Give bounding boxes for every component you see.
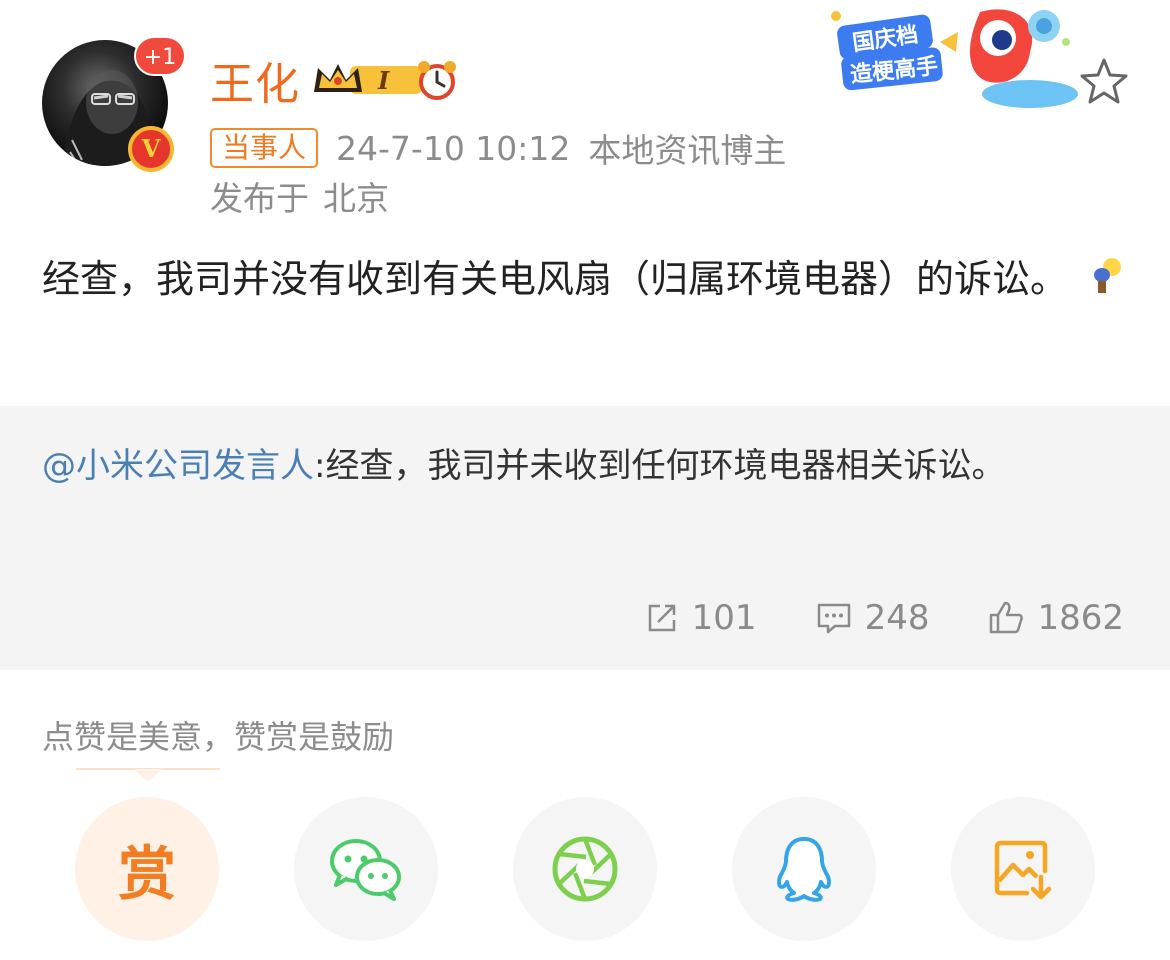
- star-icon: [1080, 58, 1128, 104]
- repost-card[interactable]: @小米公司发言人:经查，我司并未收到任何环境电器相关诉讼。 101 248 18…: [0, 406, 1170, 670]
- mention-link[interactable]: @小米公司发言人: [42, 446, 314, 486]
- post-body: 经查，我司并没有收到有关电风扇（归属环境电器）的诉讼。: [42, 246, 1132, 315]
- wechat-icon: [330, 839, 401, 901]
- comment-button[interactable]: 248: [815, 598, 930, 638]
- post-text: 经查，我司并没有收到有关电风扇（归属环境电器）的诉讼。: [42, 257, 1069, 301]
- like-count: 1862: [1037, 598, 1124, 638]
- share-moments-button[interactable]: [513, 797, 657, 941]
- reward-button-label: 赏: [117, 840, 176, 908]
- level-number: I: [378, 65, 390, 95]
- promo-banner[interactable]: 国庆档 造梗高手: [830, 2, 1080, 114]
- share-qq-button[interactable]: [732, 797, 876, 941]
- repost-text: :经查，我司并未收到任何环境电器相关诉讼。: [314, 446, 1006, 486]
- location-prefix: 发布于: [210, 179, 309, 218]
- verified-badge: V: [128, 126, 174, 172]
- save-image-button[interactable]: [951, 797, 1095, 941]
- notification-badge: +1: [134, 36, 186, 76]
- post-location: 北京: [323, 179, 389, 218]
- comment-count: 248: [864, 598, 930, 638]
- favorite-button[interactable]: [1076, 54, 1132, 110]
- bulb-emoji-icon: [1086, 249, 1126, 315]
- reward-label: 点赞是美意，赞赏是鼓励: [42, 718, 395, 756]
- post-timestamp: 24-7-10 10:12: [336, 128, 571, 168]
- qq-icon: [777, 837, 831, 902]
- repost-count: 101: [691, 598, 757, 638]
- comment-icon: [817, 603, 850, 634]
- save-image-icon: [994, 840, 1052, 900]
- reward-pointer: [76, 768, 220, 782]
- blogger-type: 本地资讯博主: [588, 131, 787, 170]
- repost-body: @小米公司发言人:经查，我司并未收到任何环境电器相关诉讼。: [42, 436, 1132, 496]
- avatar-container[interactable]: +1 V: [42, 36, 186, 172]
- like-icon: [990, 601, 1024, 634]
- moments-icon: [552, 836, 618, 902]
- repost-button[interactable]: 101: [644, 598, 757, 638]
- like-button[interactable]: 1862: [987, 598, 1124, 638]
- reward-button[interactable]: 赏: [75, 797, 219, 941]
- share-wechat-button[interactable]: [294, 797, 438, 941]
- user-name[interactable]: 王化: [210, 48, 300, 112]
- mascot-icon: 国庆档 造梗高手: [831, 9, 1078, 108]
- role-tag: 当事人: [210, 128, 319, 168]
- crown-icon: [314, 64, 426, 94]
- alarm-clock-icon: [418, 61, 457, 100]
- repost-icon: [648, 604, 675, 632]
